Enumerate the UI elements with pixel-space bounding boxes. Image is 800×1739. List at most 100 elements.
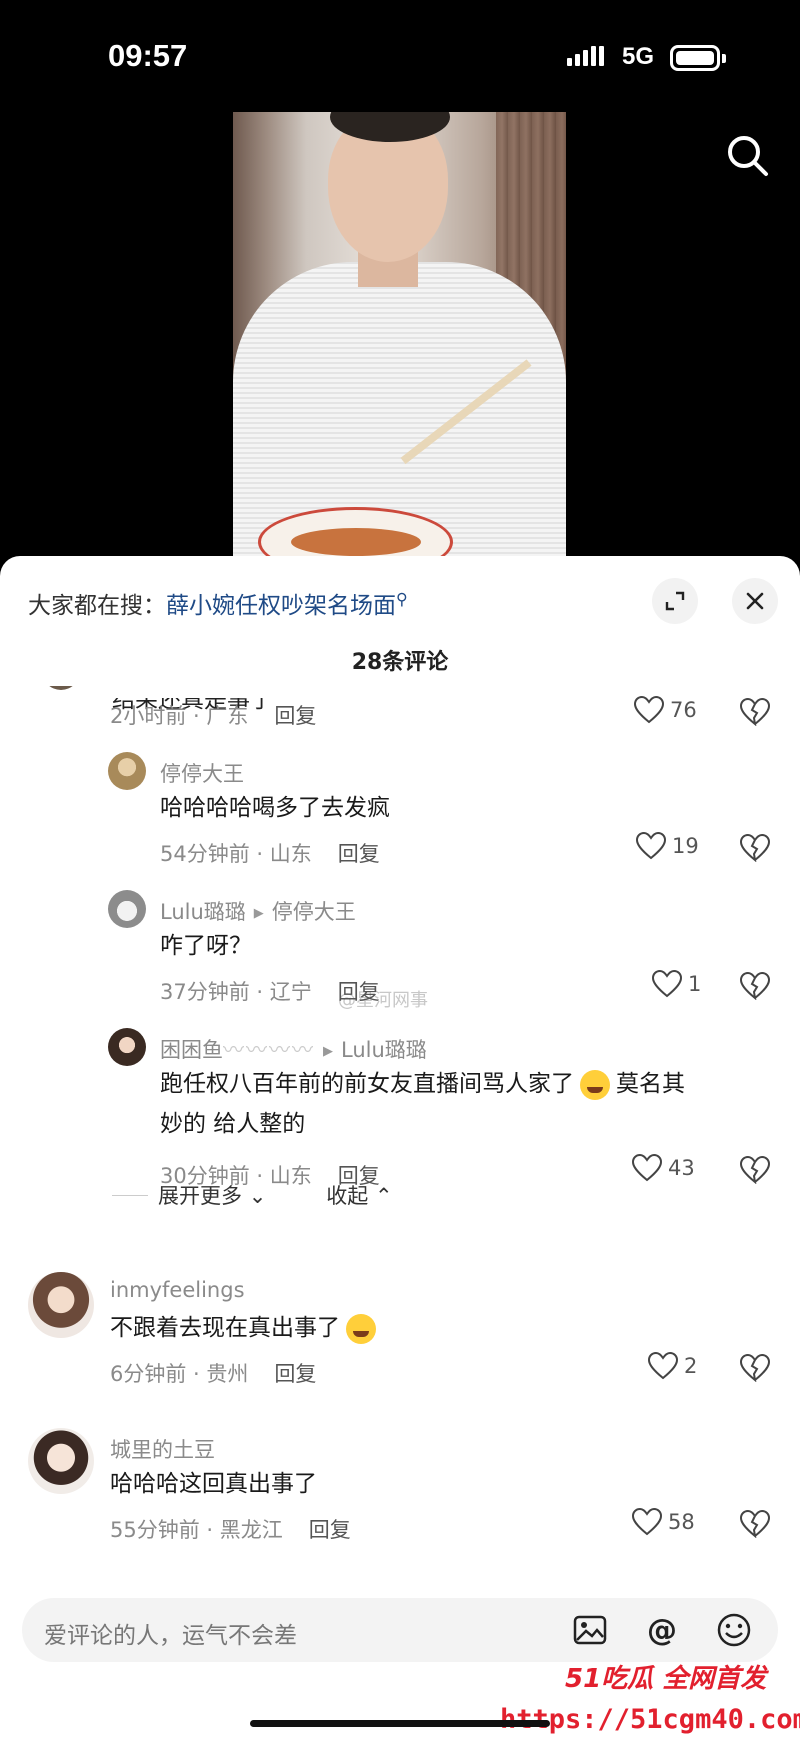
dislike-button[interactable] <box>739 1155 771 1186</box>
decorative-username-flourish: 〰〰〰〰 <box>223 1038 315 1062</box>
reply-button[interactable]: 回复 <box>274 1362 316 1386</box>
comment-time-location: 37分钟前 · 辽宁 <box>160 980 312 1004</box>
site-tag-watermark: 51吃瓜 全网首发 <box>565 1664 767 1694</box>
comment-text: 哈哈哈哈喝多了去发疯 <box>160 795 390 821</box>
expand-more-label: 展开更多 <box>158 1184 242 1208</box>
like-button[interactable]: 2 <box>648 1352 697 1380</box>
clock: 09:57 <box>108 38 188 73</box>
dislike-button[interactable] <box>739 1509 771 1540</box>
expand-more-button[interactable]: 展开更多 ⌄ <box>158 1180 266 1210</box>
sweat-smile-emoji-icon <box>346 1313 376 1344</box>
home-indicator[interactable] <box>250 1720 550 1727</box>
like-button[interactable]: 76 <box>634 696 697 724</box>
network-type: 5G <box>622 43 655 70</box>
heart-icon <box>632 1508 662 1536</box>
username: Lulu璐璐 ▶ 停停大王 <box>160 896 356 926</box>
comment-input[interactable]: 爱评论的人，运气不会差 @ <box>22 1598 778 1662</box>
comment-time-location: 2小时前 · 广东 <box>110 704 249 728</box>
reply-button[interactable]: 回复 <box>274 704 316 728</box>
username[interactable]: 困困鱼 <box>160 1038 223 1062</box>
like-count: 76 <box>670 698 697 722</box>
username: 困困鱼〰〰〰〰 ▶ Lulu璐璐 <box>160 1034 427 1064</box>
avatar[interactable] <box>108 1028 146 1066</box>
heart-icon <box>648 1352 678 1380</box>
comment-meta: 54分钟前 · 山东 回复 <box>160 838 380 868</box>
broken-heart-icon <box>739 971 771 1001</box>
broken-heart-icon <box>739 697 771 727</box>
collapse-label: 收起 <box>326 1184 369 1208</box>
close-icon <box>746 592 764 610</box>
heart-icon <box>632 1154 662 1182</box>
avatar[interactable] <box>42 686 80 690</box>
reply-button[interactable]: 回复 <box>338 980 380 1004</box>
comment-text-body: 不跟着去现在真出事了 <box>110 1315 340 1341</box>
status-bar: 09:57 5G <box>0 0 800 110</box>
comment-text: 不跟着去现在真出事了 <box>110 1308 382 1348</box>
collapse-button[interactable]: 收起 ⌃ <box>326 1180 392 1210</box>
comment-text: 咋了呀？ <box>160 933 252 959</box>
image-icon[interactable] <box>570 1610 610 1650</box>
hot-search-term: 薛小婉任权吵架名场面 <box>166 593 396 619</box>
like-button[interactable]: 1 <box>652 970 701 998</box>
reply-button[interactable]: 回复 <box>309 1518 351 1542</box>
username[interactable]: inmyfeelings <box>110 1278 245 1302</box>
chevron-down-icon: ⌄ <box>248 1184 267 1208</box>
comment-panel: 大家都在搜：薛小婉任权吵架名场面⚲ 28条评论 结果还真是事了 2小时前 · 广… <box>0 556 800 1739</box>
avatar[interactable] <box>108 752 146 790</box>
close-panel-button[interactable] <box>732 578 778 624</box>
reply-arrow-icon: ▶ <box>253 905 264 921</box>
svg-text:@: @ <box>647 1613 677 1648</box>
avatar[interactable] <box>108 890 146 928</box>
comment-text-line2: 妙的 给人整的 <box>160 1111 306 1137</box>
like-button[interactable]: 43 <box>632 1154 695 1182</box>
reply-button[interactable]: 回复 <box>338 842 380 866</box>
comment-meta: 6分钟前 · 贵州 回复 <box>110 1358 316 1388</box>
comment-time-location: 6分钟前 · 贵州 <box>110 1362 249 1386</box>
dislike-button[interactable] <box>739 1353 771 1384</box>
emoji-icon[interactable] <box>714 1610 754 1650</box>
comment-meta: 37分钟前 · 辽宁 回复 <box>160 976 380 1006</box>
video-player[interactable] <box>0 110 800 560</box>
signal-icon <box>567 46 604 66</box>
like-button[interactable]: 58 <box>632 1508 695 1536</box>
comment-count: 28条评论 <box>351 650 449 675</box>
broken-heart-icon <box>739 1353 771 1383</box>
comment-time-location: 55分钟前 · 黑龙江 <box>110 1518 283 1542</box>
comment-text-line1-tail: 莫名其 <box>616 1071 685 1097</box>
hot-search-prefix: 大家都在搜： <box>28 593 166 619</box>
like-count: 43 <box>668 1156 695 1180</box>
reply-arrow-icon: ▶ <box>323 1043 333 1059</box>
like-count: 2 <box>684 1354 698 1378</box>
mention-icon[interactable]: @ <box>642 1610 682 1650</box>
comment-list[interactable]: 结果还真是事了 2小时前 · 广东 回复 76 停停大王 哈哈哈哈喝多了去发疯 5… <box>0 686 800 1621</box>
hot-search-link[interactable]: 大家都在搜：薛小婉任权吵架名场面⚲ <box>28 586 408 620</box>
avatar[interactable] <box>28 1428 94 1494</box>
username[interactable]: 停停大王 <box>160 758 244 788</box>
chevron-up-icon: ⌃ <box>374 1184 393 1208</box>
username[interactable]: 城里的土豆 <box>110 1434 215 1464</box>
username[interactable]: Lulu璐璐 <box>160 900 246 924</box>
broken-heart-icon <box>739 1509 771 1539</box>
expand-panel-button[interactable] <box>652 578 698 624</box>
reply-target[interactable]: 停停大王 <box>272 900 356 924</box>
like-count: 1 <box>688 972 702 996</box>
comment-meta: 55分钟前 · 黑龙江 回复 <box>110 1514 351 1544</box>
expand-icon <box>665 591 685 611</box>
crying-laughing-emoji-icon <box>580 1069 610 1100</box>
reply-target[interactable]: Lulu璐璐 <box>341 1038 427 1062</box>
avatar[interactable] <box>28 1272 94 1338</box>
dislike-button[interactable] <box>739 971 771 1002</box>
like-button[interactable]: 19 <box>636 832 699 860</box>
comment-text-line1: 跑任权八百年前的前女友直播间骂人家了 <box>160 1071 574 1097</box>
comment-time-location: 54分钟前 · 山东 <box>160 842 312 866</box>
thread-controls: 展开更多 ⌄ 收起 ⌃ <box>112 1180 393 1210</box>
broken-heart-icon <box>739 1155 771 1185</box>
dislike-button[interactable] <box>739 833 771 864</box>
video-frame <box>233 112 566 560</box>
dislike-button[interactable] <box>739 697 771 728</box>
heart-icon <box>636 832 666 860</box>
comment-text: 哈哈哈这回真出事了 <box>110 1471 317 1497</box>
like-count: 58 <box>668 1510 695 1534</box>
comment-input-placeholder: 爱评论的人，运气不会差 <box>44 1623 297 1649</box>
search-icon[interactable] <box>722 130 774 182</box>
